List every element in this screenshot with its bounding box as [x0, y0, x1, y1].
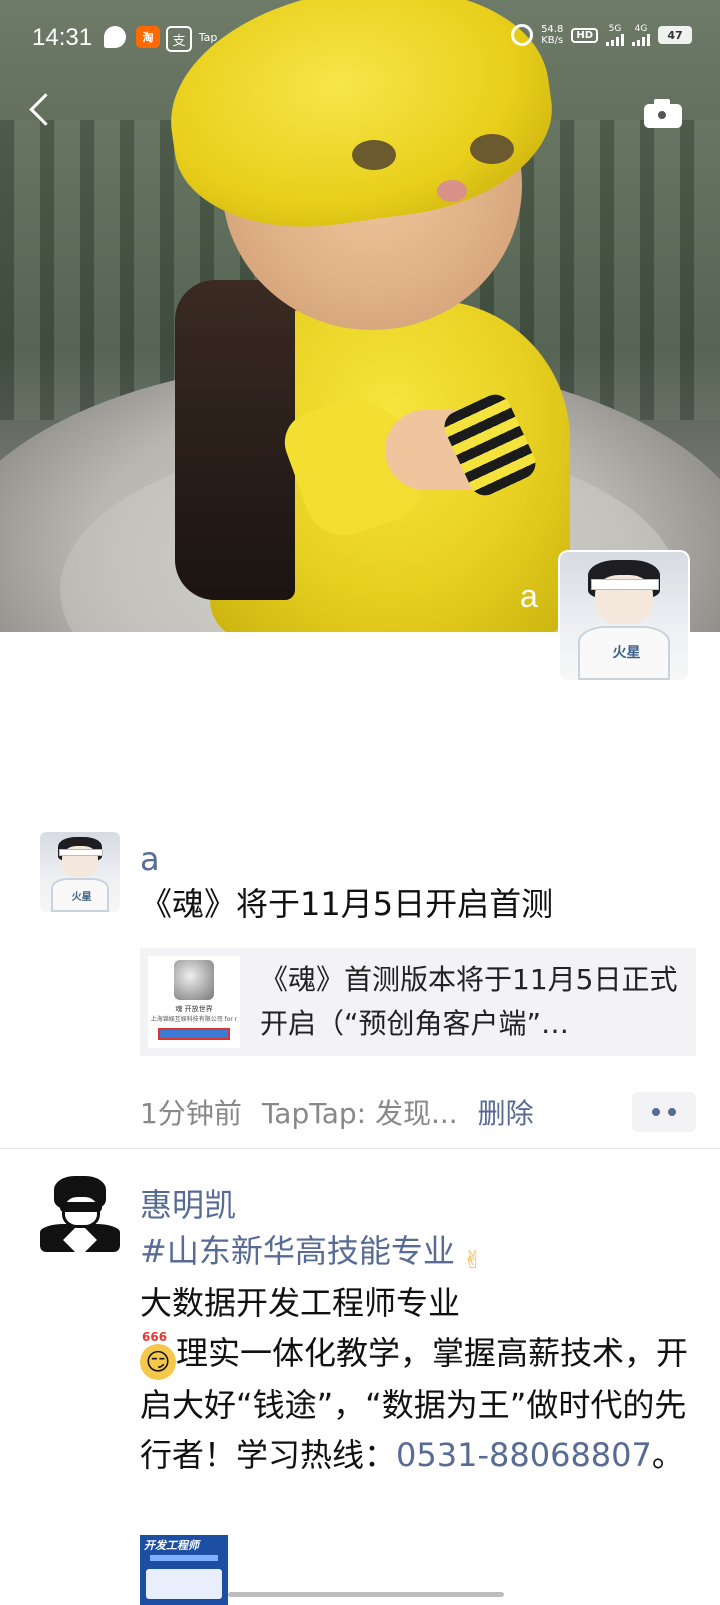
hd-badge: HD	[571, 27, 598, 43]
post-avatar[interactable]: 火星	[40, 832, 120, 912]
avatar-illustration: 火星	[40, 832, 120, 912]
cover-cat-nose	[437, 180, 467, 202]
post-time: 1分钟前	[140, 1097, 242, 1130]
alipay-icon: 支	[166, 26, 192, 52]
post-avatar[interactable]	[40, 1172, 120, 1252]
signal-5g-label: 5G	[608, 23, 622, 34]
post-source[interactable]: TapTap: 发现...	[262, 1092, 458, 1132]
thumb-title: 开发工程师	[144, 1539, 199, 1552]
post-image-thumbnail[interactable]: 开发工程师	[140, 1535, 228, 1605]
avatar-illustration: 火星	[560, 552, 688, 680]
smirk-666-emoji-icon: 666 😏	[140, 1330, 176, 1380]
cover-cat-eye	[470, 134, 514, 164]
cover-cat-cape	[175, 280, 295, 600]
message-icon	[104, 26, 126, 48]
thumb-button	[158, 1028, 230, 1040]
post-author[interactable]: a	[140, 840, 160, 878]
game-logo-icon	[174, 960, 214, 1000]
signal-4g-icon: 4G	[632, 23, 650, 46]
taptap-icon: Tap	[198, 30, 218, 44]
network-speed-unit: KB/s	[541, 35, 564, 46]
post-text: 《魂》将于11月5日开启首测	[140, 885, 554, 923]
more-icon[interactable]	[632, 1092, 696, 1132]
signal-5g-icon: 5G	[606, 23, 624, 46]
status-bar: 14:31 淘 支 Tap 54.8 KB/s HD 5G 4G 47	[0, 0, 720, 76]
home-indicator[interactable]	[228, 1592, 504, 1597]
status-time: 14:31	[32, 24, 93, 51]
link-thumbnail: 魂 开放世界 上海锦娱互娱科技有限公司 for r	[148, 956, 240, 1048]
link-title: 《魂》首测版本将于11月5日正式开启（“预创角客户端”…	[260, 963, 678, 1040]
alibaba-app-icon: 淘	[136, 26, 160, 48]
camera-icon-lens	[656, 109, 668, 121]
profile-name: a	[520, 578, 538, 614]
post-author[interactable]: 惠明凯	[140, 1180, 236, 1226]
battery-icon: 47	[658, 26, 692, 44]
camera-icon[interactable]	[640, 96, 684, 130]
emoji-badge: 666	[142, 1330, 168, 1344]
shared-link-card[interactable]: 魂 开放世界 上海锦娱互娱科技有限公司 for r 《魂》首测版本将于11月5日…	[140, 948, 696, 1056]
divider	[0, 1148, 720, 1149]
network-speed: 54.8 KB/s	[541, 24, 563, 46]
post-meta: 1分钟前 TapTap: 发现... 删除	[140, 1092, 534, 1132]
signal-4g-label: 4G	[634, 23, 648, 34]
status-right-group: 54.8 KB/s HD 5G 4G 47	[511, 24, 692, 46]
cover-photo[interactable]	[0, 0, 720, 632]
post-line-3-end: 。	[651, 1436, 684, 1474]
victory-hand-emoji-icon: ✌	[462, 1246, 483, 1274]
delete-link[interactable]: 删除	[478, 1092, 534, 1132]
network-speed-value: 54.8	[541, 24, 564, 35]
thumb-line-2: 上海锦娱互娱科技有限公司 for r	[150, 1016, 238, 1023]
post-line-2: 大数据开发工程师专业	[140, 1284, 461, 1322]
hashtag-link[interactable]: #山东新华高技能专业	[140, 1232, 455, 1270]
profile-avatar[interactable]: 火星	[560, 552, 688, 680]
avatar-illustration	[40, 1172, 120, 1252]
alarm-icon	[511, 24, 534, 46]
post-body: #山东新华高技能专业 ✌ 大数据开发工程师专业 666 😏 理实一体化教学，掌握高薪技…	[140, 1226, 690, 1480]
phone-link[interactable]: 0531-88068807	[396, 1436, 652, 1474]
thumb-line-1: 魂 开放世界	[175, 1005, 213, 1013]
cover-cat-eye	[352, 140, 396, 170]
back-arrow-icon[interactable]	[22, 86, 62, 136]
